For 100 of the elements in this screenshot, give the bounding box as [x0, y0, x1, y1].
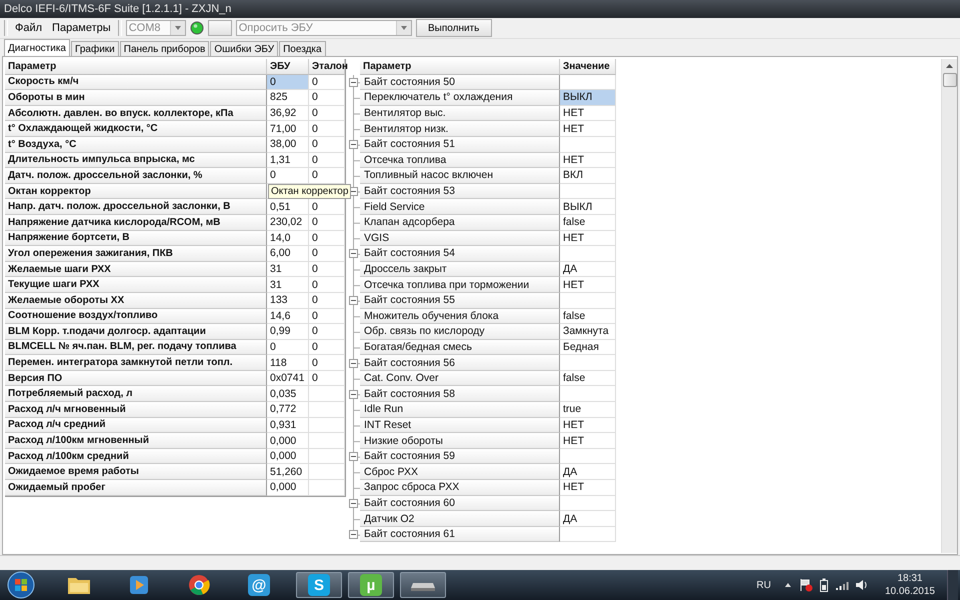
- signal-icon[interactable]: [834, 579, 849, 591]
- parameter-cell: BLM Корр. т.подачи долгоср. адаптации: [5, 324, 267, 340]
- parameter-cell: t° Воздуха, °C: [5, 136, 267, 153]
- caret-icon: [170, 21, 185, 35]
- parameter-cell: Отсечка топлива: [360, 152, 560, 168]
- reference-cell: 0: [309, 277, 345, 293]
- group-row[interactable]: Байт состояния 60: [360, 496, 560, 512]
- tab[interactable]: Диагностика: [4, 39, 70, 56]
- start-button-icon[interactable]: [6, 570, 36, 600]
- collapse-icon[interactable]: [349, 296, 358, 306]
- parameter-cell: Ожидаемое время работы: [5, 464, 267, 480]
- value-cell: НЕТ: [560, 230, 616, 246]
- group-row[interactable]: Байт состояния 56: [360, 355, 560, 371]
- group-row[interactable]: Байт состояния 58: [360, 386, 560, 402]
- value-cell: НЕТ: [560, 418, 616, 434]
- speaker-icon[interactable]: [854, 578, 869, 592]
- reference-cell: 0: [309, 340, 345, 356]
- value-cell: 51,260: [267, 464, 309, 480]
- app-icon: @: [248, 574, 270, 596]
- value-cell: 36,92: [267, 106, 309, 122]
- column-header: ЭБУ: [267, 59, 309, 75]
- language-indicator[interactable]: RU: [756, 580, 771, 590]
- tab[interactable]: Поездка: [279, 41, 326, 56]
- parameter-cell: Расход л/ч мгновенный: [5, 402, 267, 418]
- run-button[interactable]: Выполнить: [416, 19, 492, 37]
- tab[interactable]: Графики: [70, 41, 119, 56]
- reference-cell: 0: [309, 136, 345, 153]
- parameter-cell: Запрос сброса РХХ: [360, 480, 560, 496]
- value-cell: 71,00: [267, 121, 309, 137]
- collapse-icon[interactable]: [349, 249, 358, 258]
- value-cell: 0,931: [267, 418, 309, 434]
- group-row[interactable]: Байт состояния 51: [360, 136, 560, 153]
- value-cell: ВЫКЛ: [560, 90, 616, 106]
- collapse-icon[interactable]: [349, 140, 358, 150]
- parameter-cell: Клапан адсорбера: [360, 214, 560, 231]
- value-cell: НЕТ: [560, 277, 616, 293]
- parameter-cell: Скорость км/ч: [5, 74, 267, 90]
- parameter-cell: Отсечка топлива при торможении: [360, 277, 560, 293]
- menu-item[interactable]: Параметры: [49, 22, 114, 34]
- group-row[interactable]: Байт состояния 59: [360, 448, 560, 464]
- group-row[interactable]: Байт состояния 55: [360, 292, 560, 308]
- reference-cell: 0: [309, 74, 345, 90]
- value-cell: НЕТ: [560, 152, 616, 168]
- column-header: Параметр: [360, 59, 560, 75]
- value-cell: ВЫКЛ: [560, 199, 616, 215]
- parameter-cell: Датч. полож. дроссельной заслонки, %: [5, 168, 267, 184]
- reference-cell: [309, 464, 345, 480]
- value-cell: 0,772: [267, 402, 309, 418]
- parameter-cell: Расход л/100км мгновенный: [5, 433, 267, 449]
- app-icon: µ: [360, 574, 382, 596]
- value-cell: 0,000: [267, 480, 309, 496]
- value-cell: false: [560, 370, 616, 386]
- scroll-thumb[interactable]: [942, 73, 956, 87]
- tab[interactable]: Панель приборов: [120, 41, 210, 56]
- flag-icon[interactable]: [798, 578, 813, 592]
- parameter-cell: Потребляемый расход, л: [5, 386, 267, 402]
- collapse-icon[interactable]: [349, 390, 358, 399]
- reference-cell: [309, 480, 345, 496]
- taskbar-button[interactable]: [400, 572, 446, 598]
- collapse-icon[interactable]: [349, 78, 358, 87]
- value-cell: НЕТ: [560, 121, 616, 137]
- group-row[interactable]: Байт состояния 54: [360, 246, 560, 262]
- parameter-cell: VGIS: [360, 230, 560, 246]
- parameter-cell: Абсолютн. давлен. во впуск. коллекторе, кПа: [5, 106, 267, 122]
- tab[interactable]: Ошибки ЭБУ: [210, 41, 278, 56]
- group-row[interactable]: Байт состояния 61: [360, 526, 560, 542]
- parameter-cell: Обороты в мин: [5, 90, 267, 106]
- value-cell: 0,99: [267, 324, 309, 340]
- parameter-cell: Напряжение бортсети, В: [5, 230, 267, 246]
- column-header: Значение: [560, 59, 616, 75]
- value-cell: ДА: [560, 262, 616, 278]
- parameter-cell: Расход л/ч средний: [5, 418, 267, 434]
- battery-icon[interactable]: [818, 578, 829, 592]
- value-cell: 0: [267, 340, 309, 356]
- value-cell: Замкнута: [560, 324, 616, 340]
- group-row[interactable]: Байт состояния 50: [360, 74, 560, 90]
- window-title: Delco IEFI-6/ITMS-6F Suite [1.2.1.1] - ZXJN_n: [4, 3, 232, 15]
- group-row[interactable]: Байт состояния 53: [360, 184, 560, 200]
- collapse-icon[interactable]: [349, 452, 358, 462]
- value-cell: 0,000: [267, 433, 309, 449]
- reference-cell: 0: [309, 214, 345, 231]
- column-header: Параметр: [5, 59, 267, 75]
- scrollbar[interactable]: [941, 59, 957, 553]
- collapse-icon[interactable]: [349, 498, 358, 508]
- value-cell: 14,6: [267, 308, 309, 324]
- reference-cell: [309, 418, 345, 434]
- reference-cell: [309, 402, 345, 418]
- value-cell: НЕТ: [560, 106, 616, 122]
- value-cell: 6,00: [267, 246, 309, 262]
- menu-item[interactable]: Файл: [12, 22, 46, 34]
- reference-cell: [309, 433, 345, 449]
- column-header: Эталон: [309, 59, 345, 75]
- parameter-cell: Вентилятор низк.: [360, 121, 560, 137]
- value-cell: 38,00: [267, 136, 309, 153]
- reference-cell: 0: [309, 355, 345, 371]
- tooltip: Октан корректор: [268, 184, 352, 199]
- collapse-icon[interactable]: [349, 530, 358, 540]
- collapse-icon[interactable]: [349, 358, 358, 368]
- value-cell: 118: [267, 355, 309, 371]
- reference-cell: 0: [309, 230, 345, 246]
